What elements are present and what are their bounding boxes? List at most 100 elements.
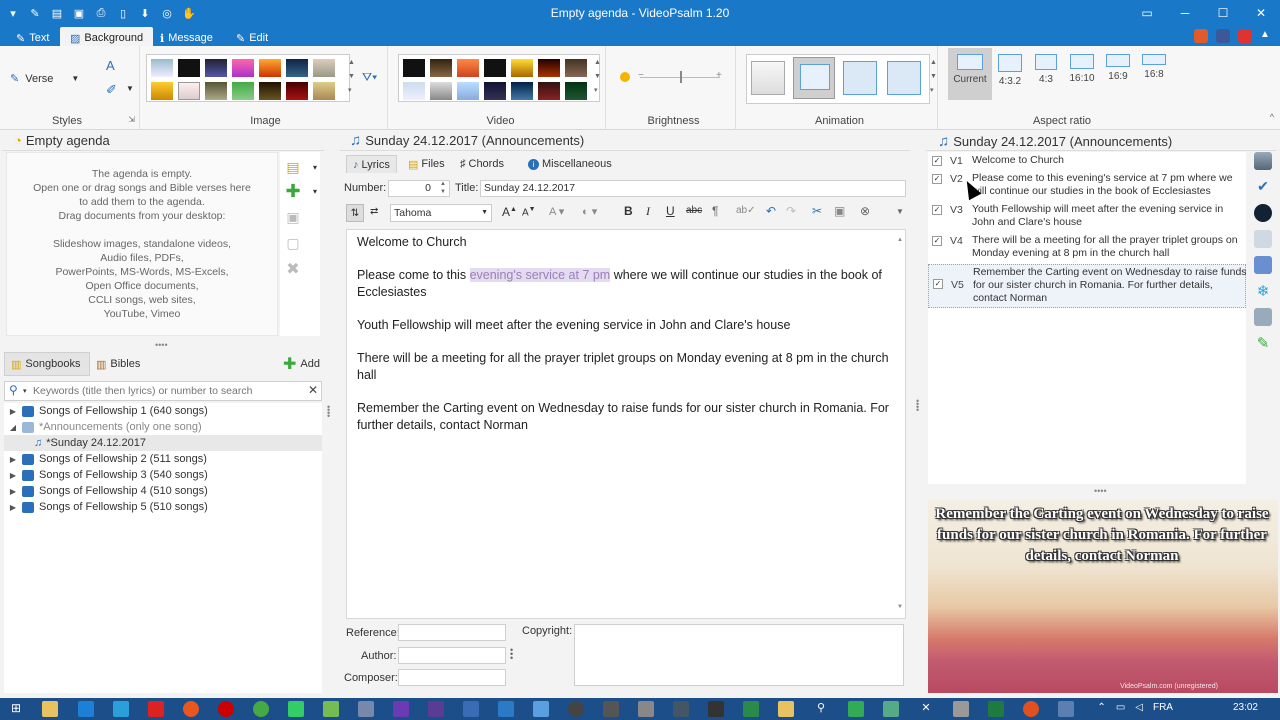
store-icon[interactable]	[78, 701, 94, 717]
list-icon[interactable]	[1254, 230, 1272, 248]
lyrics-editor[interactable]: Welcome to Church Please come to this ev…	[346, 229, 906, 619]
italic-icon[interactable]: I	[646, 204, 650, 219]
composer-field[interactable]	[398, 669, 506, 686]
aspect-16-8-button[interactable]: 16:8	[1134, 48, 1174, 100]
app-icon[interactable]	[533, 701, 549, 717]
tab-message[interactable]: ℹ Message	[150, 27, 223, 46]
expand-icon[interactable]: ▶	[8, 487, 18, 496]
copy-icon[interactable]: ▢	[284, 234, 302, 252]
collapse-icon[interactable]: ◢	[8, 423, 18, 432]
aspect-16-9-button[interactable]: 16:9	[1098, 48, 1138, 100]
image-thumbnail[interactable]	[178, 82, 200, 100]
language-indicator[interactable]: FRA	[1153, 702, 1173, 713]
gallery-scroll[interactable]: ▲ ▼ ▾	[930, 56, 937, 98]
author-field[interactable]	[398, 647, 506, 664]
tab-chords[interactable]: ♯ Chords	[454, 155, 510, 173]
image-thumbnail[interactable]	[151, 59, 173, 77]
image-fill-icon[interactable]: ⛛▾	[362, 70, 377, 85]
tree-item[interactable]: ▶ Songs of Fellowship 5 (510 songs)	[8, 499, 208, 515]
blackout-icon[interactable]	[1254, 204, 1272, 222]
image-thumbnail[interactable]	[232, 59, 254, 77]
video-thumbnail[interactable]	[457, 59, 479, 77]
facebook-icon[interactable]	[1216, 29, 1230, 43]
redo-icon[interactable]: ↷	[786, 204, 796, 218]
tree-item[interactable]: ◢ *Announcements (only one song)	[8, 419, 202, 435]
minimize-button[interactable]: ─	[1166, 0, 1204, 26]
app-icon[interactable]	[673, 701, 689, 717]
volume-icon[interactable]: ◁	[1135, 702, 1143, 713]
collapse-ribbon-icon[interactable]: ▲	[1260, 29, 1274, 43]
tab-text[interactable]: ✎ Text	[6, 27, 59, 46]
text-color-icon[interactable]: A ▾	[549, 205, 564, 218]
app-icon[interactable]	[568, 701, 584, 717]
grow-font-icon[interactable]: A▲	[502, 205, 517, 219]
animation-fade[interactable]	[793, 57, 835, 99]
image-thumbnail[interactable]	[313, 82, 335, 100]
gallery-scroll[interactable]: ▲ ▼ ▾	[594, 56, 601, 98]
next-icon[interactable]	[1254, 256, 1272, 274]
agenda-empty-message[interactable]: The agenda is empty. Open one or drag so…	[6, 152, 278, 336]
image-thumbnail[interactable]	[205, 82, 227, 100]
verse-checkbox[interactable]: ✓	[932, 174, 942, 184]
video-thumbnail[interactable]	[430, 82, 452, 100]
paste-icon[interactable]: ▣	[834, 204, 845, 218]
verse-checkbox[interactable]: ✓	[932, 236, 942, 246]
app-icon[interactable]	[743, 701, 759, 717]
maximize-button[interactable]: ☐	[1204, 0, 1242, 26]
video-thumbnail[interactable]	[565, 59, 587, 77]
verse-item-selected[interactable]: ✓ V5 Remember the Carting event on Wednesd…	[928, 264, 1247, 308]
image-thumbnail[interactable]	[286, 59, 308, 77]
edit-icon[interactable]: ✎	[1254, 334, 1272, 352]
opera-icon[interactable]	[218, 701, 234, 717]
copyright-field[interactable]	[574, 624, 904, 686]
image-thumbnail[interactable]	[286, 82, 308, 100]
shrink-font-icon[interactable]: A▼	[522, 206, 536, 218]
tab-files[interactable]: ▤ Files	[402, 155, 451, 173]
chevron-down-icon[interactable]: ▾	[23, 387, 27, 395]
chevron-down-icon[interactable]: ▾	[306, 182, 324, 200]
image-thumbnail[interactable]	[205, 59, 227, 77]
app-icon[interactable]	[463, 701, 479, 717]
explorer-icon[interactable]	[42, 701, 58, 717]
paragraph-icon[interactable]: ¶	[712, 204, 718, 218]
tree-item[interactable]: ▶ Songs of Fellowship 3 (540 songs)	[8, 467, 208, 483]
image-thumbnail[interactable]	[151, 82, 173, 100]
splitter-handle[interactable]: ••••	[327, 403, 330, 421]
stamp-icon[interactable]	[1254, 308, 1272, 326]
cut-icon[interactable]: ✂	[812, 204, 822, 218]
videopsalm-icon[interactable]	[1058, 701, 1074, 717]
expand-group-icon[interactable]: ⇲	[128, 115, 135, 124]
app-icon[interactable]	[708, 701, 724, 717]
video-thumbnail[interactable]	[511, 59, 533, 77]
excel-icon[interactable]	[988, 701, 1004, 717]
verse-checkbox[interactable]: ✓	[933, 279, 943, 289]
app-icon[interactable]	[883, 701, 899, 717]
search-icon[interactable]: ⚲	[9, 383, 18, 397]
verse-checkbox[interactable]: ✓	[932, 205, 942, 215]
restore-panels-icon[interactable]: ▭	[1128, 0, 1166, 26]
tab-miscellaneous[interactable]: i Miscellaneous	[522, 155, 618, 173]
video-thumbnail[interactable]	[484, 82, 506, 100]
search-icon[interactable]: ⚲	[813, 701, 829, 717]
clock[interactable]: 23:02	[1233, 702, 1258, 713]
verse-item[interactable]: ✓ V4 There will be a meeting for all the p…	[928, 234, 1246, 262]
aspect-4-3-2-button[interactable]: 4:3.2	[990, 48, 1030, 100]
verse-checkbox[interactable]: ✓	[932, 156, 942, 166]
app-icon[interactable]	[498, 701, 514, 717]
tab-bibles[interactable]: ▥ Bibles	[94, 352, 140, 376]
video-thumbnail[interactable]	[511, 82, 533, 100]
vs-code-icon[interactable]	[428, 701, 444, 717]
verse-item[interactable]: ✓ V1 Welcome to Church	[928, 154, 1246, 170]
expand-icon[interactable]: ▶	[8, 407, 18, 416]
title-field[interactable]: Sunday 24.12.2017	[480, 180, 906, 197]
video-thumbnail[interactable]	[457, 82, 479, 100]
image-thumbnail[interactable]	[178, 59, 200, 77]
video-thumbnail[interactable]	[403, 59, 425, 77]
delete-icon[interactable]: ✖	[284, 260, 302, 278]
link-icon[interactable]: ⊗	[860, 204, 870, 218]
image-thumbnail[interactable]	[232, 82, 254, 100]
ie-icon[interactable]	[113, 701, 129, 717]
open-agenda-icon[interactable]: ▤	[284, 158, 302, 176]
tab-edit[interactable]: ✎ Edit	[226, 27, 278, 46]
tree-item[interactable]: ▶ Songs of Fellowship 2 (511 songs)	[8, 451, 207, 467]
